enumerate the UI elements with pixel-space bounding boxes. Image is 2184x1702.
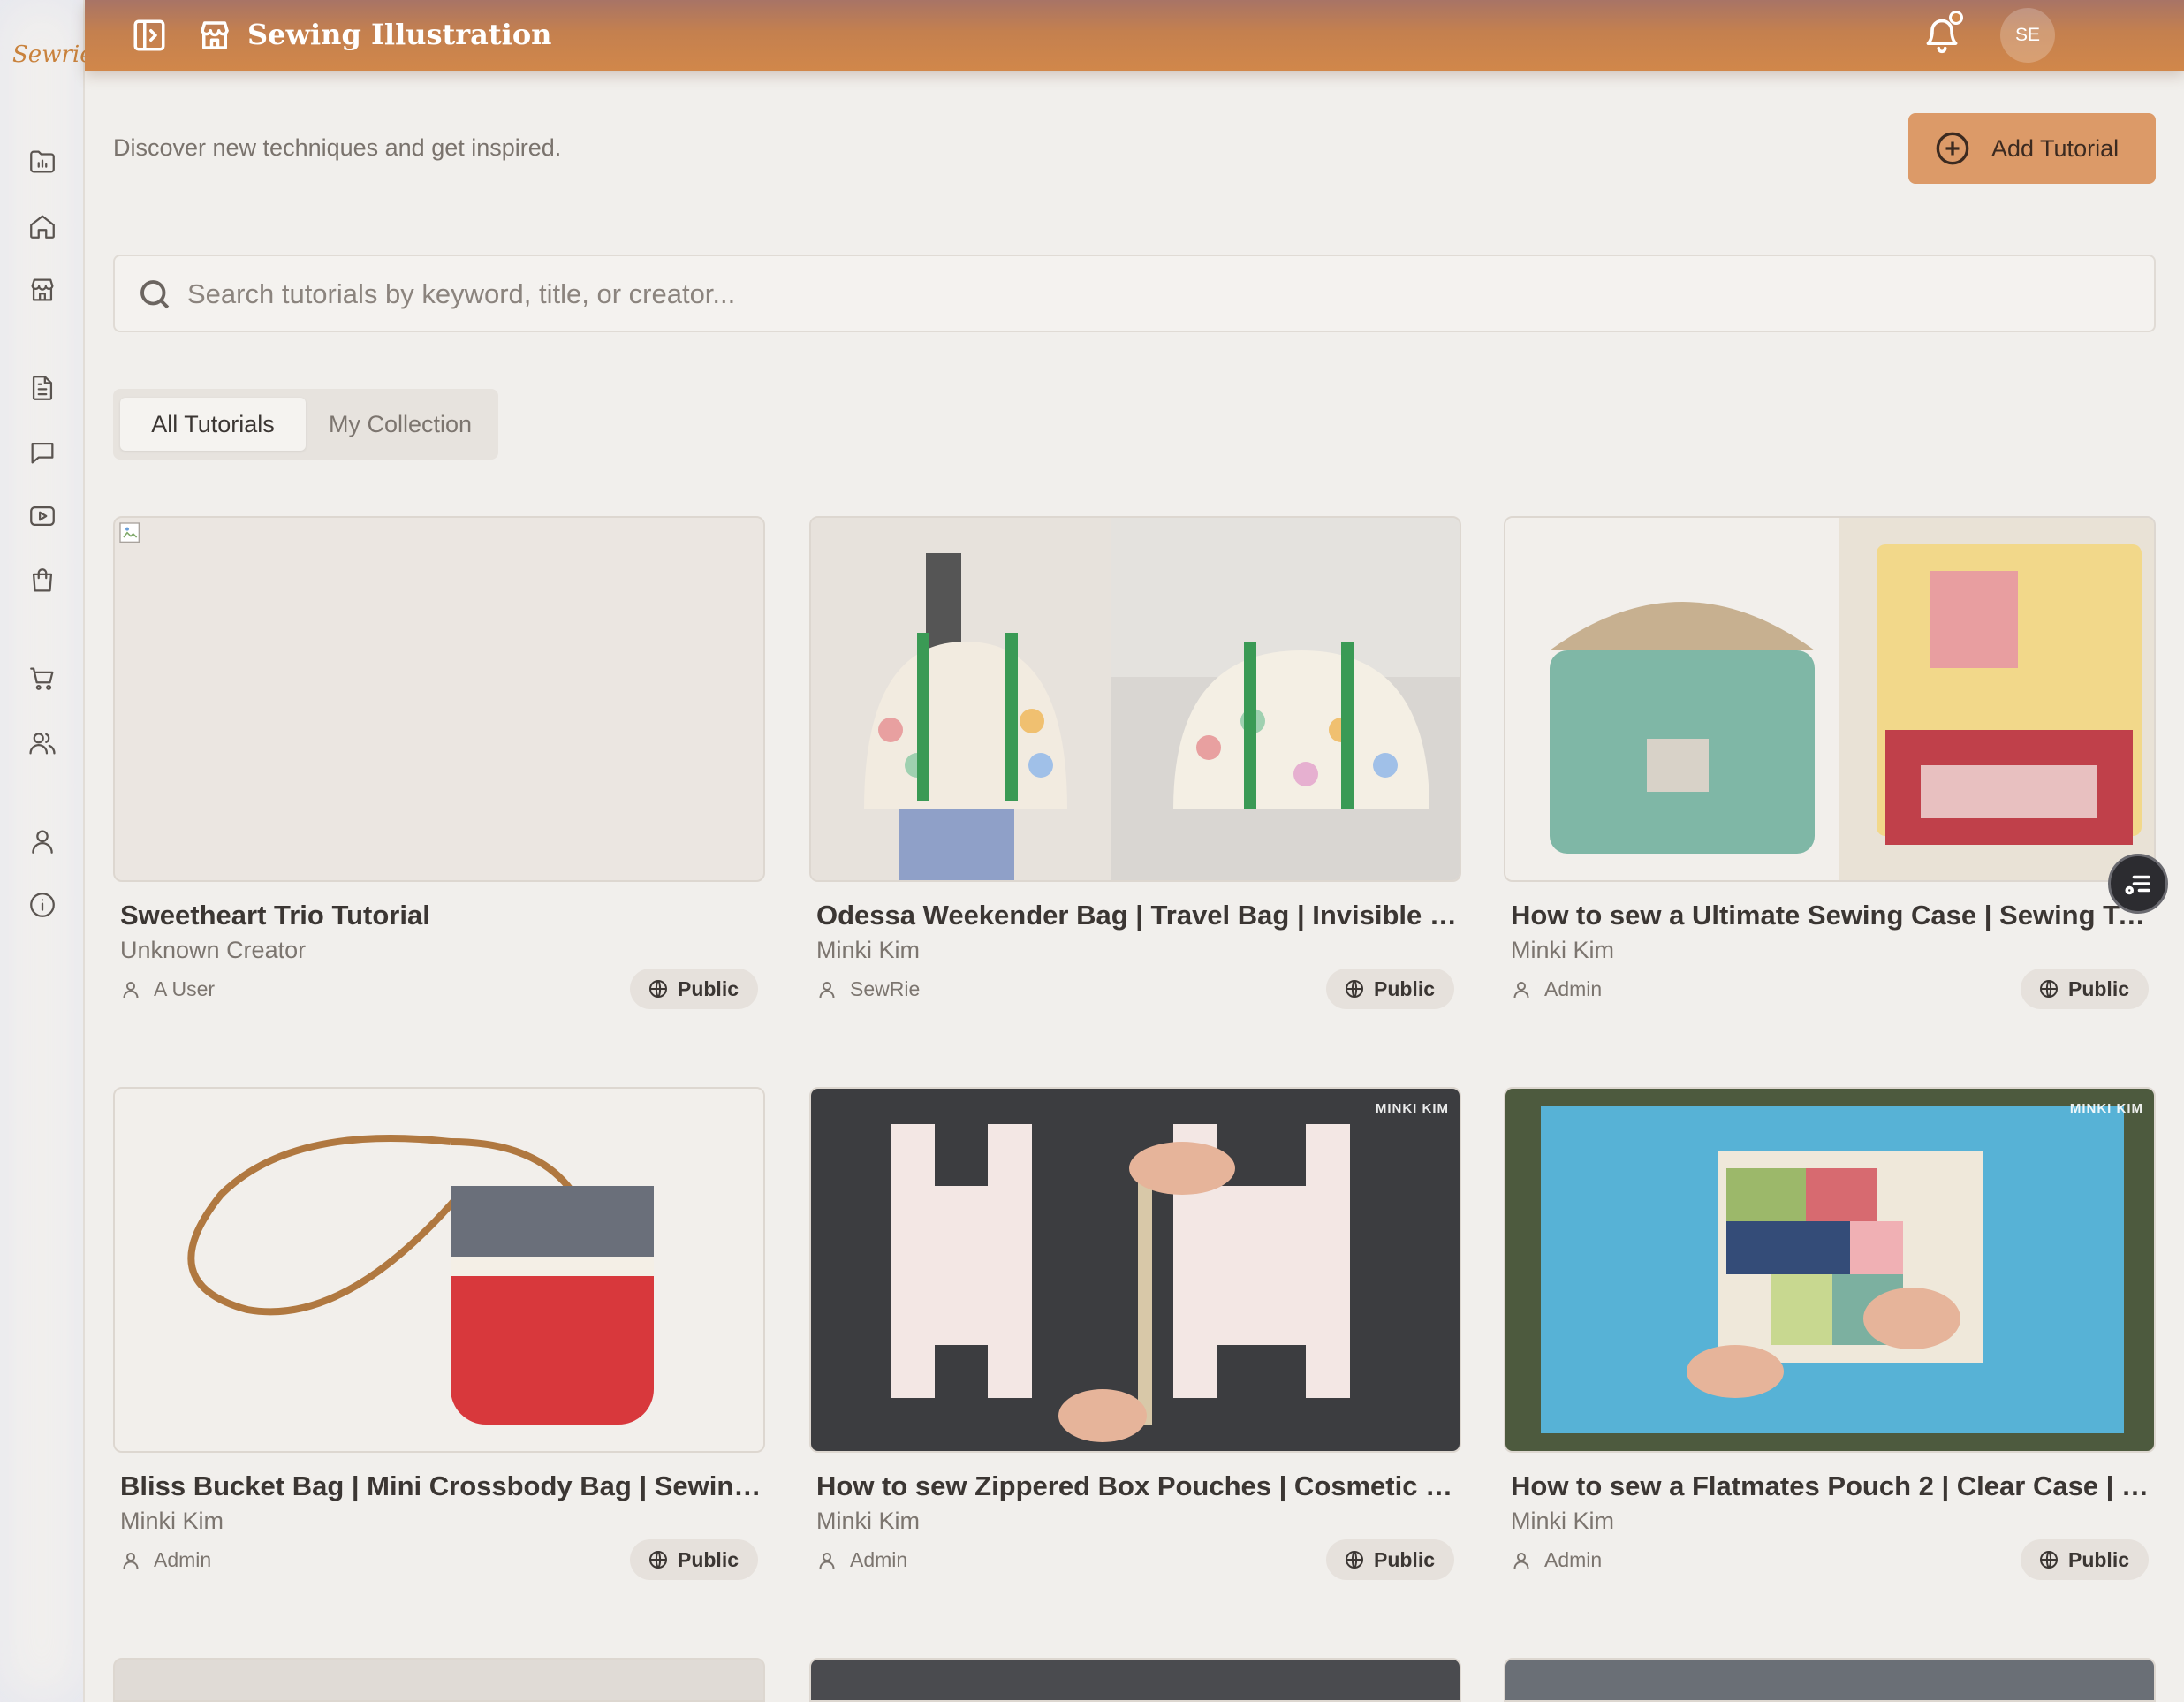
card-creator: Unknown Creator — [120, 937, 307, 963]
store-icon — [196, 17, 233, 54]
tutorial-image — [115, 1089, 763, 1451]
plus-circle-icon — [1935, 131, 1970, 166]
status-badge: Public — [629, 969, 758, 1009]
tutorial-thumbnail[interactable] — [1504, 516, 2156, 882]
card-user-name: Admin — [1544, 1548, 1603, 1571]
tutorial-thumbnail[interactable] — [809, 516, 1461, 882]
broken-image-icon — [119, 522, 140, 543]
sidebar-toggle-icon[interactable] — [131, 17, 168, 54]
card-user-name: Admin — [1544, 977, 1603, 1000]
avatar[interactable]: SE — [2000, 8, 2055, 63]
badge-label: Public — [2067, 976, 2129, 1000]
tutorial-image — [811, 518, 1460, 880]
card-title[interactable]: How to sew a Ultimate Sewing Case | Sewi… — [1511, 900, 2156, 931]
globe-icon — [1344, 1549, 1365, 1570]
tutorial-thumbnail[interactable] — [113, 1658, 765, 1702]
card-user: Admin — [1511, 977, 1602, 1001]
page-subtitle: Discover new techniques and get inspired… — [113, 134, 562, 161]
tutorial-thumbnail[interactable]: MINKI KIM — [809, 1087, 1461, 1453]
card-user-name: SewRie — [850, 977, 921, 1000]
user-icon — [1511, 1550, 1532, 1571]
card-user: Admin — [120, 1548, 211, 1572]
sidebar: Sewrie — [0, 0, 94, 1702]
globe-icon — [2038, 978, 2059, 999]
card-user-name: A User — [154, 977, 216, 1000]
watermark: MINKI KIM — [1375, 1101, 1449, 1116]
tutorial-thumbnail[interactable] — [809, 1658, 1461, 1702]
user-icon — [816, 1550, 838, 1571]
tab-bar: All Tutorials My Collection — [113, 389, 498, 460]
floating-menu-button[interactable] — [2108, 854, 2168, 914]
list-filter-icon — [2125, 875, 2150, 895]
card-title[interactable]: How to sew Zippered Box Pouches | Cosmet… — [816, 1470, 1461, 1502]
status-badge: Public — [2020, 1539, 2149, 1580]
cart-icon[interactable] — [25, 661, 60, 696]
card-creator: Minki Kim — [120, 1508, 224, 1534]
status-badge: Public — [629, 1539, 758, 1580]
folder-chart-icon[interactable] — [25, 144, 60, 179]
status-badge: Public — [2020, 969, 2149, 1009]
user-icon — [120, 1550, 141, 1571]
tab-my-collection[interactable]: My Collection — [309, 398, 491, 451]
tutorial-image — [1505, 518, 2154, 880]
card-title[interactable]: How to sew a Flatmates Pouch 2 | Clear C… — [1511, 1470, 2156, 1502]
add-tutorial-label: Add Tutorial — [1991, 134, 2120, 162]
globe-icon — [2038, 1549, 2059, 1570]
user-icon — [816, 979, 838, 1000]
badge-label: Public — [677, 1547, 739, 1571]
card-user: Admin — [1511, 1548, 1602, 1572]
card-title[interactable]: Bliss Bucket Bag | Mini Crossbody Bag | … — [120, 1470, 765, 1502]
badge-label: Public — [677, 976, 739, 1000]
status-badge: Public — [1325, 969, 1454, 1009]
card-creator: Minki Kim — [816, 1508, 921, 1534]
tutorial-image — [811, 1089, 1460, 1451]
card-user: A User — [120, 977, 215, 1001]
app-logo[interactable]: Sewrie — [12, 32, 94, 78]
search-bar — [113, 255, 2156, 332]
card-user: Admin — [816, 1548, 907, 1572]
card-creator: Minki Kim — [1511, 937, 1615, 963]
tutorial-image — [1505, 1089, 2154, 1451]
watermark: MINKI KIM — [2069, 1101, 2143, 1116]
tutorial-thumbnail[interactable]: MINKI KIM — [1504, 1087, 2156, 1453]
search-input[interactable] — [187, 270, 2113, 318]
tutorial-thumbnail[interactable] — [113, 1087, 765, 1453]
user-icon — [1511, 979, 1532, 1000]
globe-icon — [1344, 978, 1365, 999]
globe-icon — [648, 1549, 669, 1570]
globe-icon — [648, 978, 669, 999]
card-creator: Minki Kim — [816, 937, 921, 963]
badge-label: Public — [1373, 976, 1435, 1000]
top-bar: Sewing Illustration — [85, 0, 2184, 71]
search-icon — [136, 276, 173, 313]
card-user-name: Admin — [850, 1548, 908, 1571]
video-icon[interactable] — [25, 498, 60, 534]
home-icon[interactable] — [25, 209, 60, 244]
badge-label: Public — [1373, 1547, 1435, 1571]
add-tutorial-button[interactable]: Add Tutorial — [1908, 113, 2156, 184]
tab-all-tutorials[interactable]: All Tutorials — [120, 398, 306, 451]
page-title: Sewing Illustration — [247, 18, 552, 51]
card-user-name: Admin — [154, 1548, 212, 1571]
shopping-bag-icon[interactable] — [25, 563, 60, 598]
user-icon — [120, 979, 141, 1000]
info-icon[interactable] — [25, 887, 60, 923]
document-icon[interactable] — [25, 370, 60, 406]
store-icon[interactable] — [25, 272, 60, 308]
tutorial-thumbnail[interactable] — [1504, 1658, 2156, 1702]
users-icon[interactable] — [25, 726, 60, 761]
user-icon[interactable] — [25, 824, 60, 859]
card-creator: Minki Kim — [1511, 1508, 1615, 1534]
tutorial-thumbnail[interactable] — [113, 516, 765, 882]
chat-icon[interactable] — [25, 435, 60, 470]
card-title[interactable]: Odessa Weekender Bag | Travel Bag | Invi… — [816, 900, 1461, 931]
badge-label: Public — [2067, 1547, 2129, 1571]
notification-dot — [1949, 11, 1963, 25]
card-title[interactable]: Sweetheart Trio Tutorial — [120, 900, 765, 931]
card-user: SewRie — [816, 977, 920, 1001]
status-badge: Public — [1325, 1539, 1454, 1580]
